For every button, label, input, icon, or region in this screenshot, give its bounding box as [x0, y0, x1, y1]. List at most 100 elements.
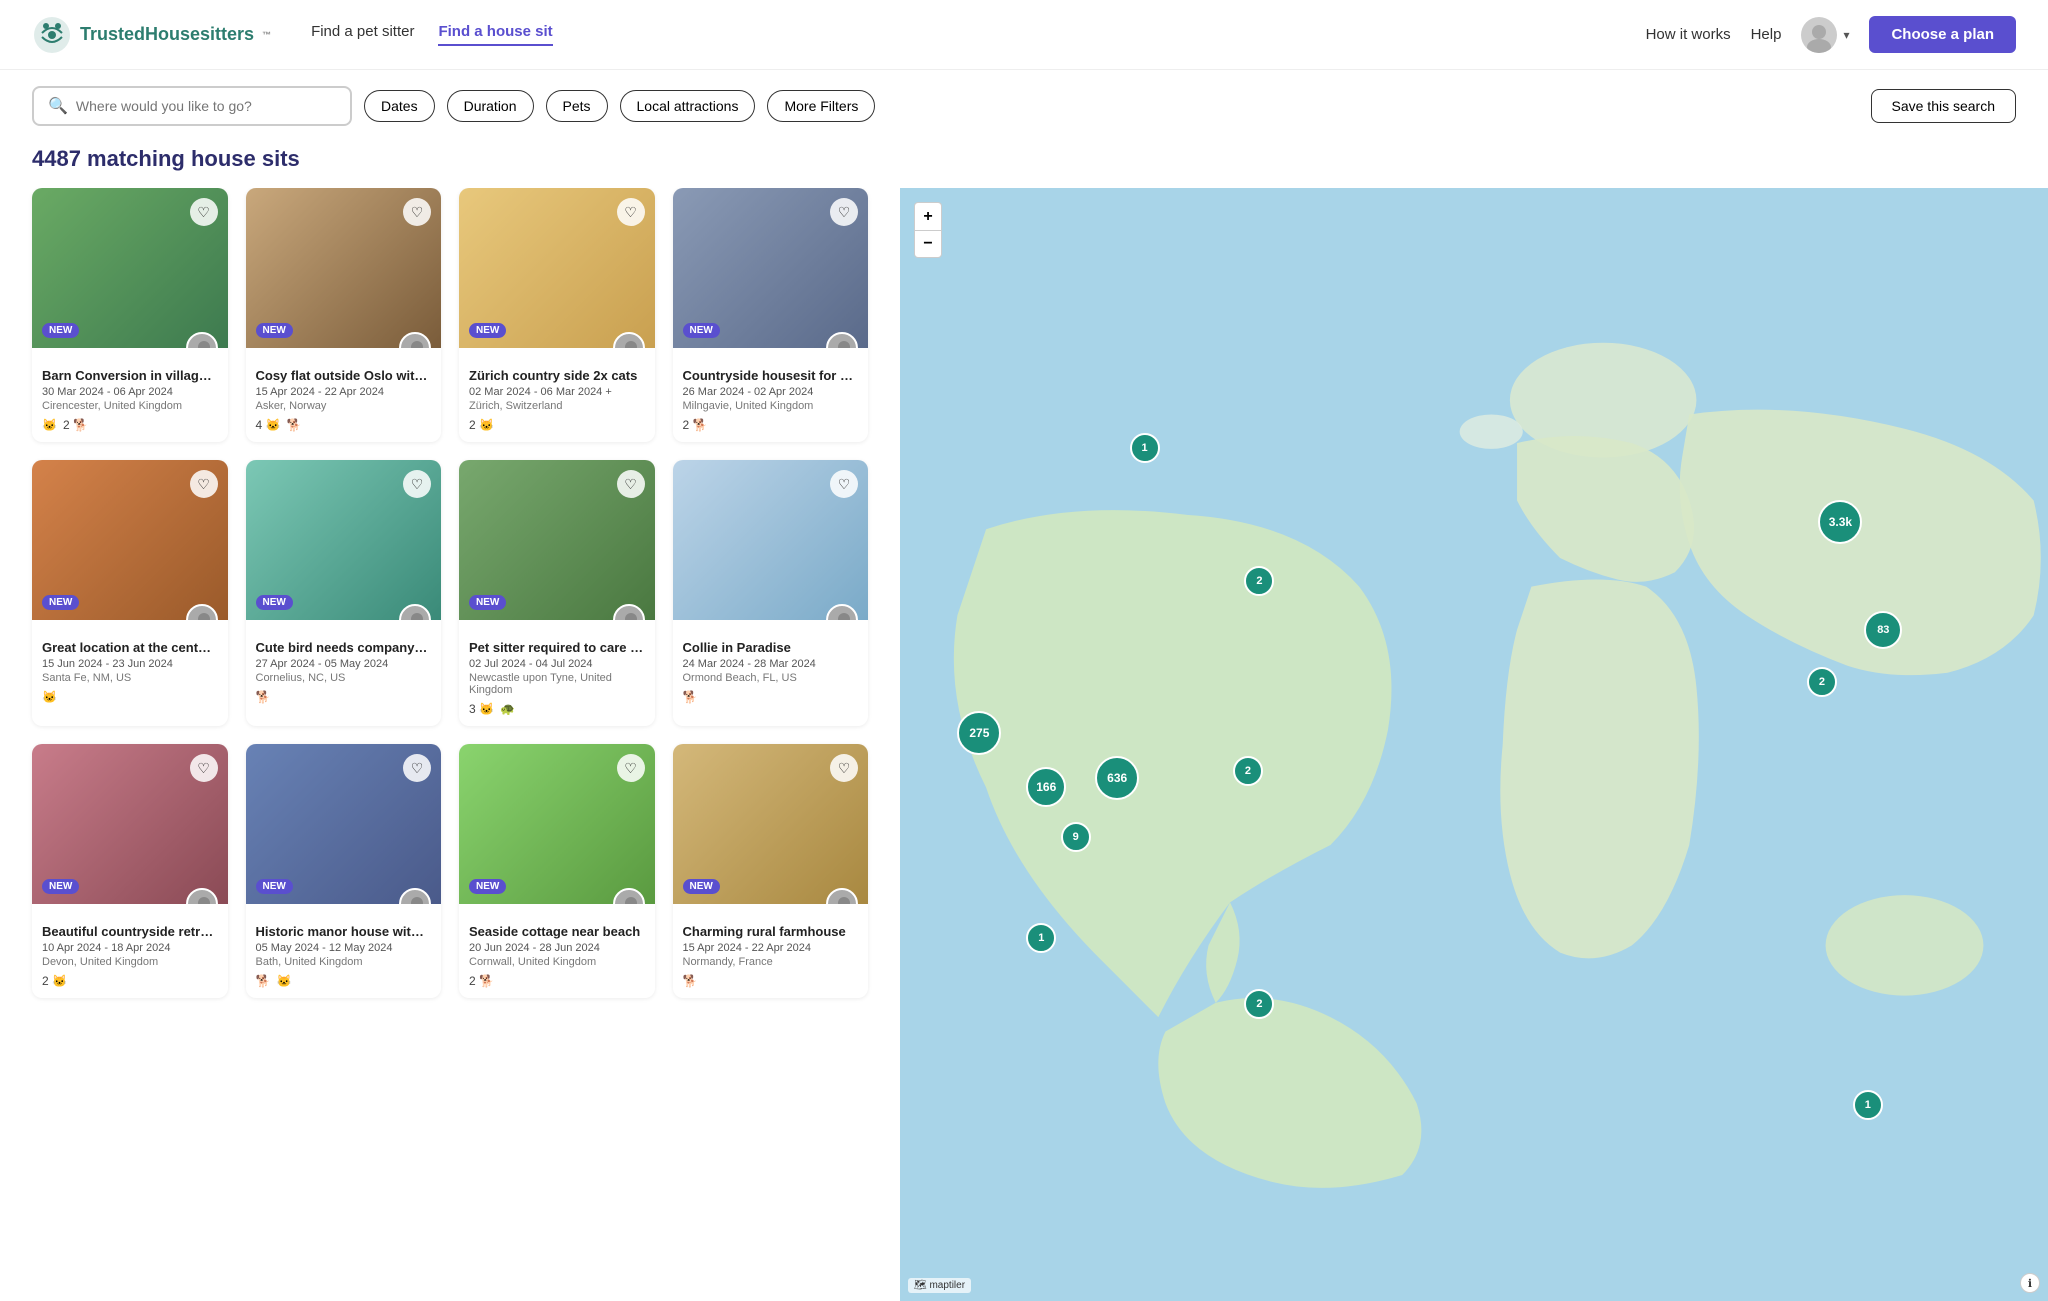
new-badge: NEW	[683, 879, 720, 894]
listing-card[interactable]: ♡ Collie in Paradise 24 Mar 2024 - 28 Ma…	[673, 460, 869, 726]
pet-tag: 2 🐕	[63, 418, 88, 432]
listing-card[interactable]: NEW ♡ Zürich country side 2x cats 02 Mar…	[459, 188, 655, 442]
card-dates: 10 Apr 2024 - 18 Apr 2024	[42, 942, 218, 954]
map-cluster[interactable]: 9	[1061, 822, 1091, 852]
card-title: Charming rural farmhouse	[683, 924, 859, 939]
card-dates: 15 Apr 2024 - 22 Apr 2024	[683, 942, 859, 954]
listing-card[interactable]: NEW ♡ Barn Conversion in village just ..…	[32, 188, 228, 442]
pet-tag: 🐢	[500, 702, 515, 716]
listing-card[interactable]: NEW ♡ Charming rural farmhouse 15 Apr 20…	[673, 744, 869, 998]
duration-filter-button[interactable]: Duration	[447, 90, 534, 122]
listing-card[interactable]: NEW ♡ Beautiful countryside retreat 10 A…	[32, 744, 228, 998]
card-dates: 15 Apr 2024 - 22 Apr 2024	[256, 386, 432, 398]
nav-find-pet-sitter[interactable]: Find a pet sitter	[311, 23, 414, 46]
card-dates: 02 Mar 2024 - 06 Mar 2024 +	[469, 386, 645, 398]
pet-tag: 4 🐱	[256, 418, 281, 432]
favorite-button[interactable]: ♡	[190, 198, 218, 226]
card-dates: 30 Mar 2024 - 06 Apr 2024	[42, 386, 218, 398]
search-input[interactable]	[76, 98, 336, 114]
listing-card[interactable]: NEW ♡ Pet sitter required to care for 4 …	[459, 460, 655, 726]
new-badge: NEW	[256, 323, 293, 338]
new-badge: NEW	[256, 879, 293, 894]
card-dates: 27 Apr 2024 - 05 May 2024	[256, 658, 432, 670]
new-badge: NEW	[683, 323, 720, 338]
favorite-button[interactable]: ♡	[830, 470, 858, 498]
map-cluster[interactable]: 1	[1130, 433, 1160, 463]
header: TrustedHousesitters ™ Find a pet sitter …	[0, 0, 2048, 70]
card-title: Barn Conversion in village just ...	[42, 368, 218, 383]
favorite-button[interactable]: ♡	[617, 198, 645, 226]
favorite-button[interactable]: ♡	[190, 470, 218, 498]
favorite-button[interactable]: ♡	[617, 470, 645, 498]
card-location: Bath, United Kingdom	[256, 956, 432, 968]
zoom-in-button[interactable]: +	[914, 202, 942, 230]
card-location: Santa Fe, NM, US	[42, 672, 218, 684]
card-pets: 4 🐱 🐕	[256, 418, 432, 432]
listing-card[interactable]: NEW ♡ Cute bird needs company at c... 27…	[246, 460, 442, 726]
map-cluster[interactable]: 1	[1853, 1090, 1883, 1120]
map-panel[interactable]: 1275636166229123.3k8321 + − 🗺 maptiler ℹ	[900, 188, 2048, 1301]
pets-filter-button[interactable]: Pets	[546, 90, 608, 122]
card-pets: 3 🐱 🐢	[469, 702, 645, 716]
map-cluster[interactable]: 83	[1864, 611, 1902, 649]
new-badge: NEW	[469, 323, 506, 338]
pet-tag: 2 🐕	[469, 974, 494, 988]
card-location: Cornwall, United Kingdom	[469, 956, 645, 968]
favorite-button[interactable]: ♡	[403, 198, 431, 226]
card-image: NEW ♡	[246, 744, 442, 904]
avatar	[1801, 17, 1837, 53]
favorite-button[interactable]: ♡	[830, 754, 858, 782]
map-controls: + −	[914, 202, 942, 258]
zoom-out-button[interactable]: −	[914, 230, 942, 258]
local-attractions-filter-button[interactable]: Local attractions	[620, 90, 756, 122]
user-avatar-wrapper[interactable]: ▾	[1801, 17, 1849, 53]
card-title: Cosy flat outside Oslo with 2 lo...	[256, 368, 432, 383]
card-location: Cirencester, United Kingdom	[42, 400, 218, 412]
choose-plan-button[interactable]: Choose a plan	[1869, 16, 2016, 53]
map-cluster[interactable]: 3.3k	[1818, 500, 1862, 544]
card-pets: 2 🐱	[469, 418, 645, 432]
how-it-works-link[interactable]: How it works	[1646, 26, 1731, 43]
favorite-button[interactable]: ♡	[617, 754, 645, 782]
map-container: 1275636166229123.3k8321 + − 🗺 maptiler ℹ	[900, 188, 2048, 1301]
card-dates: 26 Mar 2024 - 02 Apr 2024	[683, 386, 859, 398]
listings-grid: NEW ♡ Barn Conversion in village just ..…	[32, 188, 868, 998]
map-cluster[interactable]: 166	[1026, 767, 1066, 807]
chevron-down-icon: ▾	[1843, 28, 1849, 42]
listing-card[interactable]: NEW ♡ Historic manor house with gardens …	[246, 744, 442, 998]
card-title: Great location at the center of ...	[42, 640, 218, 655]
card-image: ♡	[673, 460, 869, 620]
card-title: Pet sitter required to care for 4 ...	[469, 640, 645, 655]
favorite-button[interactable]: ♡	[190, 754, 218, 782]
map-cluster[interactable]: 2	[1807, 667, 1837, 697]
logo[interactable]: TrustedHousesitters ™	[32, 15, 271, 55]
favorite-button[interactable]: ♡	[830, 198, 858, 226]
logo-text: TrustedHousesitters	[80, 24, 254, 45]
nav-find-house-sit[interactable]: Find a house sit	[438, 23, 552, 46]
card-image: NEW ♡	[246, 460, 442, 620]
search-input-wrapper[interactable]: 🔍	[32, 86, 352, 126]
card-image: NEW ♡	[673, 744, 869, 904]
card-pets: 2 🐱	[42, 974, 218, 988]
card-image: NEW ♡	[673, 188, 869, 348]
card-dates: 05 May 2024 - 12 May 2024	[256, 942, 432, 954]
new-badge: NEW	[469, 879, 506, 894]
map-cluster[interactable]: 2	[1233, 756, 1263, 786]
more-filters-button[interactable]: More Filters	[767, 90, 875, 122]
listing-card[interactable]: NEW ♡ Seaside cottage near beach 20 Jun …	[459, 744, 655, 998]
new-badge: NEW	[42, 879, 79, 894]
dates-filter-button[interactable]: Dates	[364, 90, 435, 122]
card-pets: 🐕	[683, 690, 859, 704]
map-cluster[interactable]: 1	[1026, 923, 1056, 953]
listing-card[interactable]: NEW ♡ Cosy flat outside Oslo with 2 lo..…	[246, 188, 442, 442]
main-nav: Find a pet sitter Find a house sit	[311, 23, 553, 46]
favorite-button[interactable]: ♡	[403, 470, 431, 498]
favorite-button[interactable]: ♡	[403, 754, 431, 782]
map-cluster[interactable]: 636	[1095, 756, 1139, 800]
save-search-button[interactable]: Save this search	[1871, 89, 2017, 123]
help-link[interactable]: Help	[1751, 26, 1782, 43]
pet-tag: 2 🐱	[469, 418, 494, 432]
listing-card[interactable]: NEW ♡ Great location at the center of ..…	[32, 460, 228, 726]
map-info-button[interactable]: ℹ	[2020, 1273, 2040, 1293]
listing-card[interactable]: NEW ♡ Countryside housesit for sweet... …	[673, 188, 869, 442]
